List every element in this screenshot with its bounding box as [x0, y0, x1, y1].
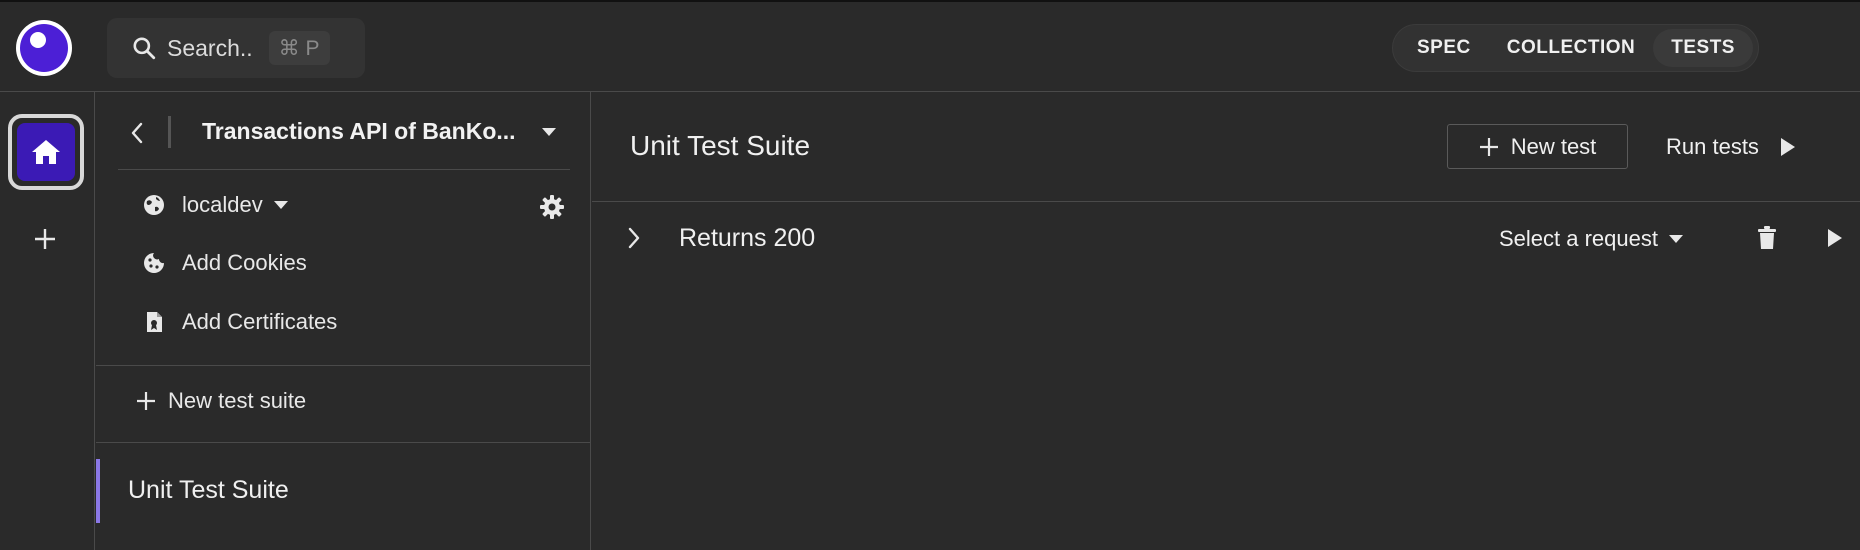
chevron-right-icon[interactable] — [626, 226, 642, 250]
run-tests-button[interactable]: Run tests — [1666, 134, 1797, 160]
caret-down-icon[interactable] — [540, 125, 558, 139]
page-title: Unit Test Suite — [630, 130, 811, 161]
logo-icon[interactable] — [16, 20, 72, 76]
test-name[interactable]: Returns 200 — [679, 224, 815, 253]
divider — [96, 365, 590, 366]
caret-down-icon — [273, 201, 288, 209]
divider — [168, 116, 171, 148]
request-select-label: Select a request — [1499, 226, 1658, 251]
new-test-label: New test — [1510, 133, 1597, 159]
trash-icon[interactable] — [1756, 226, 1778, 250]
certificate-icon — [147, 312, 162, 332]
project-title[interactable]: Transactions API of BanKo... — [202, 118, 516, 145]
play-icon[interactable] — [1826, 227, 1844, 249]
chevron-left-icon[interactable] — [126, 120, 148, 146]
top-bar: Search.. ⌘ P SPEC COLLECTION TESTS — [0, 0, 1860, 92]
sidebar-item-unit-test-suite[interactable]: Unit Test Suite — [96, 459, 590, 523]
new-test-button[interactable]: New test — [1447, 124, 1628, 169]
plus-icon — [1479, 137, 1498, 156]
globe-icon — [144, 195, 164, 215]
search-icon — [133, 37, 156, 60]
request-select[interactable]: Select a request — [1499, 226, 1684, 252]
add-certificates-button[interactable]: Add Certificates — [142, 309, 337, 335]
tab-tests[interactable]: TESTS — [1653, 29, 1753, 67]
gear-icon[interactable] — [539, 194, 565, 220]
add-project-icon[interactable] — [32, 226, 58, 252]
add-certificates-label: Add Certificates — [182, 309, 338, 334]
add-cookies-label: Add Cookies — [182, 250, 307, 275]
new-test-suite-label: New test suite — [168, 388, 307, 413]
search-placeholder: Search.. — [167, 34, 253, 61]
view-switcher: SPEC COLLECTION TESTS — [1392, 24, 1759, 72]
cookie-icon — [144, 253, 164, 273]
run-tests-label: Run tests — [1666, 134, 1759, 159]
suite-label: Unit Test Suite — [128, 476, 289, 504]
tab-spec[interactable]: SPEC — [1399, 29, 1489, 67]
tab-collection[interactable]: COLLECTION — [1489, 29, 1654, 67]
plus-icon — [137, 392, 155, 410]
sidebar: Transactions API of BanKo... localdev Ad… — [96, 92, 591, 550]
test-row: Returns 200 Select a request — [592, 202, 1860, 272]
selection-indicator — [96, 459, 100, 523]
left-rail — [0, 92, 95, 550]
divider — [96, 442, 590, 443]
home-button[interactable] — [8, 114, 84, 190]
new-test-suite-button[interactable]: New test suite — [136, 388, 306, 414]
play-icon — [1780, 138, 1795, 156]
search-shortcut: ⌘ P — [268, 31, 330, 65]
home-icon — [32, 140, 60, 164]
add-cookies-button[interactable]: Add Cookies — [142, 250, 307, 276]
caret-down-icon — [1668, 235, 1683, 243]
environment-label: localdev — [182, 192, 263, 217]
divider — [118, 169, 570, 170]
main-panel: Unit Test Suite New test Run tests Retur… — [592, 92, 1860, 550]
environment-selector[interactable]: localdev — [142, 192, 289, 218]
search-bar[interactable]: Search.. ⌘ P — [107, 18, 365, 78]
